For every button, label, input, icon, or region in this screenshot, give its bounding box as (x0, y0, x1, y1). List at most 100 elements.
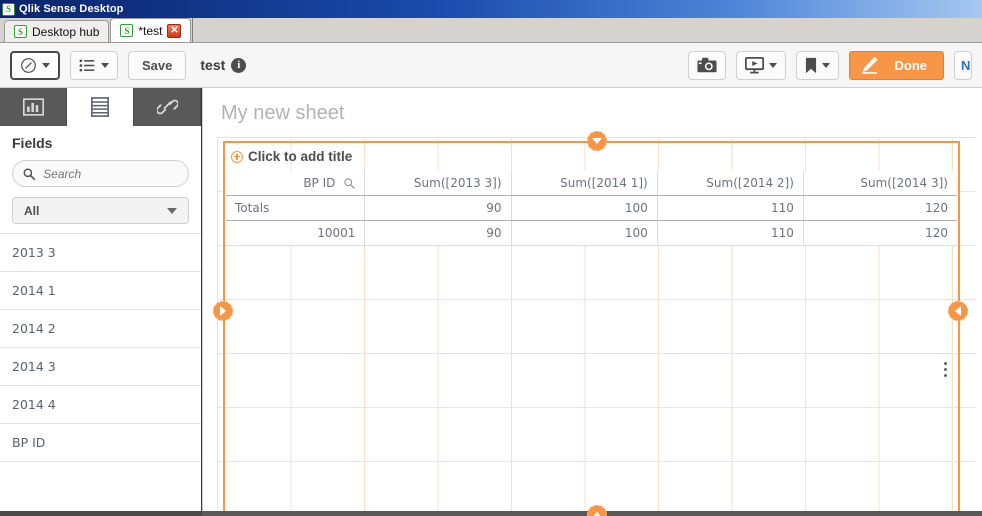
column-header-label: Sum([2013 3]) (413, 176, 502, 190)
column-header-sum-2014-3[interactable]: Sum([2014 3]) (802, 171, 957, 196)
table-header-row: BP ID Sum([2013 3]) Sum([2014 1]) Sum([2… (226, 171, 957, 196)
bookmarks-button[interactable] (795, 50, 839, 80)
bar-chart-icon (22, 98, 44, 116)
cell-measure: 100 (510, 220, 658, 246)
cell-measure: 120 (802, 220, 957, 246)
totals-label: Totals (226, 195, 365, 221)
object-more-menu[interactable] (944, 362, 948, 377)
fields-panel: Fields All (0, 126, 201, 233)
table-fields-icon (91, 97, 109, 117)
qlik-logo-icon: S (14, 25, 27, 38)
qlik-logo-icon: S (120, 24, 134, 37)
object-title-placeholder[interactable]: Click to add title (231, 149, 352, 164)
info-icon[interactable]: i (231, 57, 247, 73)
tab-test-label: *test (138, 23, 163, 38)
chevron-down-icon (101, 62, 109, 68)
compass-icon (21, 57, 36, 73)
plus-circle-icon (231, 150, 243, 163)
list-item[interactable]: BP ID (0, 424, 201, 462)
dot (944, 368, 947, 371)
qlik-logo-icon: S (2, 2, 15, 16)
list-item[interactable]: 2014 4 (0, 386, 201, 424)
save-button[interactable]: Save (128, 50, 187, 80)
list-icon (79, 58, 95, 72)
tab-strip-filler (192, 18, 982, 42)
sidebar-tab-bar (0, 88, 201, 126)
tab-desktop-hub[interactable]: S Desktop hub (4, 20, 110, 42)
column-header-sum-2014-2[interactable]: Sum([2014 2]) (656, 171, 804, 196)
column-header-label: Sum([2014 2]) (706, 176, 794, 190)
app-toolbar: Save test i Done N (0, 43, 982, 88)
column-header-label: BP ID (303, 176, 336, 190)
resize-handle-right[interactable] (948, 301, 968, 321)
bookmark-icon (805, 57, 816, 73)
search-icon (23, 167, 36, 180)
sheet-canvas: My new sheet Click to add title BP ID Su… (202, 88, 982, 516)
column-header-sum-2013-3[interactable]: Sum([2013 3]) (364, 171, 512, 196)
list-item[interactable]: 2014 2 (0, 310, 201, 348)
search-icon[interactable] (344, 177, 356, 189)
tab-desktop-hub-label: Desktop hub (32, 24, 100, 39)
cell-dimension[interactable]: 10001 (226, 220, 365, 246)
resize-handle-left[interactable] (213, 301, 233, 321)
app-name-label: test (200, 57, 226, 73)
camera-icon (696, 57, 717, 73)
search-field-container[interactable] (12, 160, 189, 187)
left-sidebar: Fields All 2013 3 2014 1 2014 2 2014 3 2… (0, 88, 202, 516)
edit-pencil-icon (861, 56, 878, 74)
table-row[interactable]: 10001 90 100 110 120 (226, 220, 957, 246)
search-input[interactable] (43, 166, 178, 181)
chevron-down-icon (768, 62, 777, 68)
sheet-title[interactable]: My new sheet (203, 88, 982, 125)
app-name-group: test i (200, 57, 247, 73)
column-header-sum-2014-1[interactable]: Sum([2014 1]) (510, 171, 658, 196)
close-icon[interactable]: ✕ (167, 23, 182, 38)
main-body: Fields All 2013 3 2014 1 2014 2 2014 3 2… (0, 88, 982, 516)
totals-cell: 90 (364, 195, 512, 221)
sheets-menu-button[interactable] (70, 50, 118, 80)
data-table: BP ID Sum([2013 3]) Sum([2014 1]) Sum([2… (226, 171, 957, 246)
done-button-label: Done (894, 57, 928, 73)
chevron-down-icon (42, 62, 50, 68)
storytelling-button[interactable] (735, 50, 786, 80)
chain-link-icon (156, 99, 178, 115)
cell-measure: 90 (364, 220, 512, 246)
dot (944, 374, 947, 377)
sidebar-tab-fields[interactable] (67, 88, 134, 126)
window-title-bar: S Qlik Sense Desktop (0, 0, 982, 18)
field-label: BP ID (12, 435, 46, 450)
chevron-up-icon (592, 512, 602, 516)
totals-cell: 110 (656, 195, 804, 221)
status-bar-left (0, 511, 202, 516)
column-header-label: Sum([2014 3]) (860, 176, 948, 190)
done-button[interactable]: Done (848, 50, 944, 80)
list-item[interactable]: 2013 3 (0, 234, 201, 272)
sidebar-tab-links[interactable] (134, 88, 201, 126)
sort-descending-icon (248, 195, 258, 196)
chevron-down-icon (592, 138, 602, 144)
table-object[interactable]: Click to add title BP ID Sum([2013 3]) S… (223, 141, 960, 515)
chevron-down-icon (167, 207, 177, 214)
table-body: Totals 90 100 110 120 10001 90 100 110 1… (226, 195, 957, 246)
tab-test[interactable]: S *test ✕ (110, 18, 192, 42)
totals-cell: 100 (510, 195, 658, 221)
cell-measure: 110 (656, 220, 804, 246)
field-label: 2013 3 (12, 245, 56, 260)
totals-cell: 120 (802, 195, 957, 221)
selections-button-truncated[interactable]: N (954, 50, 972, 80)
field-filter-dropdown[interactable]: All (12, 197, 189, 224)
chevron-left-icon (955, 306, 961, 316)
navigation-menu-button[interactable] (10, 50, 60, 80)
snapshot-button[interactable] (687, 50, 726, 80)
sidebar-tab-charts[interactable] (0, 88, 67, 126)
selections-button-label: N (961, 57, 971, 73)
column-header-label: Sum([2014 1]) (560, 176, 648, 190)
field-filter-value: All (24, 203, 40, 218)
field-label: 2014 4 (12, 397, 56, 412)
chevron-down-icon (821, 62, 830, 68)
column-header-bp-id[interactable]: BP ID (226, 171, 365, 196)
chevron-right-icon (220, 306, 226, 316)
list-item[interactable]: 2014 1 (0, 272, 201, 310)
list-item[interactable]: 2014 3 (0, 348, 201, 386)
resize-handle-top[interactable] (587, 131, 607, 151)
